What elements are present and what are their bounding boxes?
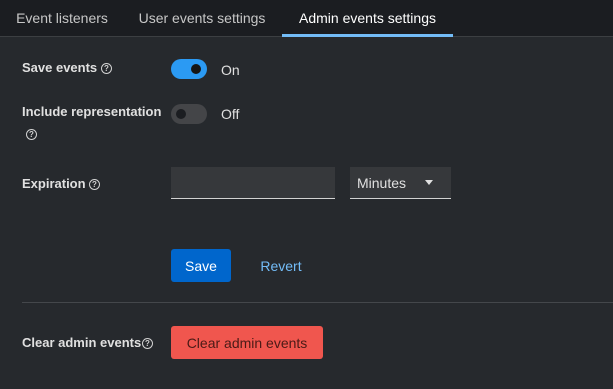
toggle-knob: [176, 109, 186, 119]
save-events-toggle[interactable]: [171, 59, 207, 79]
tab-event-listeners[interactable]: Event listeners: [14, 0, 110, 36]
help-circle-icon[interactable]: ?: [26, 129, 37, 140]
include-representation-label: Include representation: [22, 104, 162, 119]
toggle-knob: [191, 64, 201, 74]
admin-events-panel: Save events ? On Include representation …: [0, 37, 613, 389]
save-button[interactable]: Save: [171, 249, 231, 282]
clear-admin-events-button[interactable]: Clear admin events: [171, 326, 323, 359]
tab-admin-events-settings[interactable]: Admin events settings: [282, 0, 453, 37]
include-representation-toggle[interactable]: [171, 104, 207, 124]
expiration-unit-select[interactable]: Minutes: [350, 167, 451, 199]
expiration-unit-value: Minutes: [357, 175, 407, 191]
tab-bar: Event listeners User events settings Adm…: [0, 0, 613, 37]
tab-user-events-settings[interactable]: User events settings: [133, 0, 271, 36]
help-circle-icon[interactable]: ?: [101, 63, 112, 74]
include-representation-state: Off: [221, 106, 240, 122]
divider: [22, 302, 613, 303]
revert-button[interactable]: Revert: [252, 249, 310, 282]
help-circle-icon[interactable]: ?: [89, 179, 100, 190]
save-events-label: Save events: [22, 60, 98, 75]
expiration-input[interactable]: [171, 167, 335, 199]
expiration-label: Expiration: [22, 176, 86, 191]
caret-down-icon: [425, 180, 433, 185]
clear-admin-events-label: Clear admin events: [22, 335, 142, 350]
help-circle-icon[interactable]: ?: [142, 338, 153, 349]
save-events-state: On: [221, 62, 240, 78]
